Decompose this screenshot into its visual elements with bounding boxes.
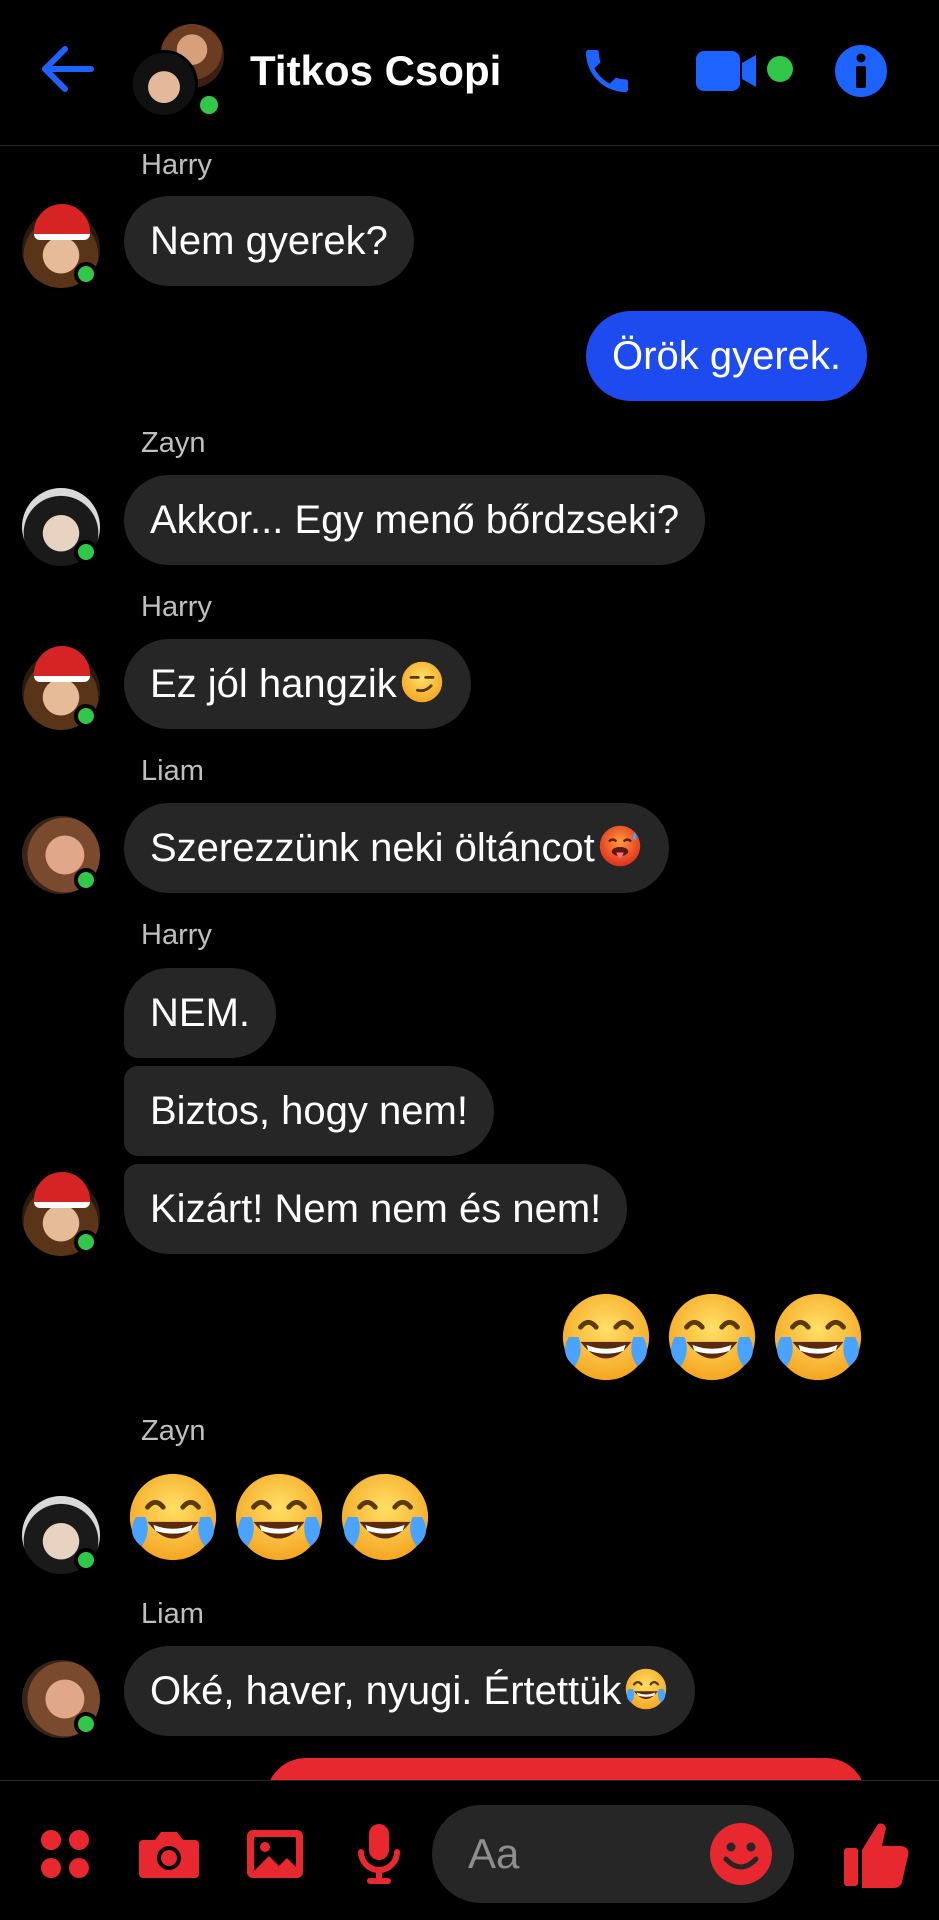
smirk-emoji-icon — [399, 659, 445, 705]
emoji-message[interactable] — [124, 1468, 434, 1566]
avatar-harry[interactable] — [22, 646, 100, 730]
online-status-dot — [74, 1712, 98, 1736]
avatar — [130, 50, 198, 118]
message-text: Oké, haver, nyugi. Értettük — [150, 1669, 622, 1713]
chat-header: Titkos Csopi — [0, 0, 939, 146]
back-button[interactable] — [36, 38, 98, 100]
online-status-dot — [74, 262, 98, 286]
joy-emoji-icon — [124, 1468, 222, 1566]
joy-emoji-icon — [557, 1288, 655, 1386]
sender-name: Zayn — [141, 427, 206, 459]
message-text: Ez jól hangzik — [150, 662, 397, 706]
joy-emoji-icon — [336, 1468, 434, 1566]
message-bubble[interactable]: Akkor... Egy menő bőrdzseki? — [124, 475, 706, 565]
online-status-dot — [74, 540, 98, 564]
camera-icon — [139, 1832, 199, 1878]
emoji-message-mine[interactable] — [557, 1288, 867, 1386]
video-call-button[interactable] — [692, 36, 800, 106]
avatar-liam[interactable] — [22, 816, 100, 894]
message-bubble[interactable]: NEM. — [124, 968, 276, 1058]
message-bubble[interactable]: Oké, haver, nyugi. Értettük — [124, 1646, 696, 1736]
video-camera-icon — [696, 51, 793, 91]
info-button[interactable] — [826, 36, 896, 106]
chat-title[interactable]: Titkos Csopi — [250, 46, 501, 96]
message-bubble[interactable]: Biztos, hogy nem! — [124, 1066, 494, 1156]
voice-record-button[interactable] — [344, 1819, 414, 1889]
sender-name: Harry — [141, 591, 212, 623]
gallery-button[interactable] — [240, 1819, 310, 1889]
sender-name: Zayn — [141, 1415, 206, 1447]
avatar-zayn[interactable] — [22, 1496, 100, 1574]
four-dots-icon — [41, 1830, 89, 1878]
online-status-dot — [74, 868, 98, 892]
joy-emoji-icon — [663, 1288, 761, 1386]
arrow-left-icon — [42, 46, 94, 92]
thumbs-up-icon — [844, 1823, 909, 1888]
message-bubble[interactable]: Kizárt! Nem nem és nem! — [124, 1164, 628, 1254]
sender-name: Harry — [141, 919, 212, 951]
sender-name: Liam — [141, 755, 204, 787]
message-input-container — [432, 1805, 794, 1903]
message-bubble[interactable]: Szerezzünk neki öltáncot — [124, 803, 669, 893]
microphone-icon — [358, 1824, 400, 1884]
message-bubble[interactable]: Nem gyerek? — [124, 196, 414, 286]
audio-call-button[interactable] — [572, 36, 642, 106]
message-input[interactable] — [468, 1827, 688, 1881]
message-text: Szerezzünk neki öltáncot — [150, 826, 595, 870]
online-status-dot — [196, 92, 222, 118]
emoji-picker-icon[interactable] — [708, 1821, 774, 1887]
avatar-harry[interactable] — [22, 204, 100, 288]
message-bubble-mine[interactable]: Örök gyerek. — [586, 311, 867, 401]
composer-bar — [0, 1780, 939, 1920]
phone-icon — [586, 50, 628, 92]
sender-name: Liam — [141, 1598, 204, 1630]
avatar-harry[interactable] — [22, 1172, 100, 1256]
info-icon — [835, 45, 887, 97]
online-status-dot — [74, 704, 98, 728]
avatar-liam[interactable] — [22, 1660, 100, 1738]
joy-emoji-icon — [769, 1288, 867, 1386]
more-actions-button[interactable] — [30, 1819, 100, 1889]
online-status-dot — [74, 1548, 98, 1572]
avatar-zayn[interactable] — [22, 488, 100, 566]
like-button[interactable] — [836, 1819, 916, 1889]
image-icon — [247, 1830, 303, 1878]
hot-face-emoji-icon — [597, 823, 643, 869]
camera-button[interactable] — [134, 1819, 204, 1889]
group-avatar[interactable] — [130, 24, 226, 120]
sender-name: Harry — [141, 149, 212, 181]
joy-emoji-icon — [230, 1468, 328, 1566]
message-list[interactable]: Harry Nem gyerek? Örök gyerek. Zayn Akko… — [0, 148, 939, 1778]
message-bubble[interactable]: Ez jól hangzik — [124, 639, 471, 729]
online-status-dot — [74, 1230, 98, 1254]
joy-emoji-icon — [623, 1666, 669, 1712]
